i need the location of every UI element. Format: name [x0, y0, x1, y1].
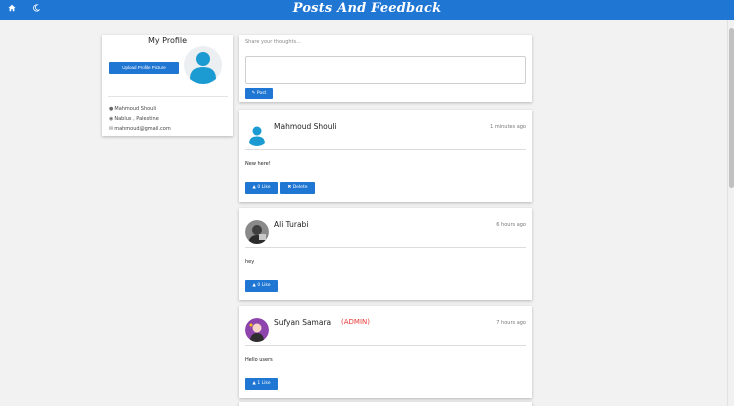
post-time: 6 hours ago — [496, 222, 526, 228]
profile-divider — [108, 96, 228, 97]
author-avatar — [245, 122, 269, 146]
composer-prompt: Share your thoughts... — [245, 39, 301, 45]
like-button[interactable]: ▲ 0 Like — [245, 182, 278, 194]
author-name: Sufyan Samara — [274, 318, 332, 327]
top-navbar: Posts And Feedback — [0, 0, 734, 20]
profile-avatar — [184, 46, 222, 84]
profile-heading: My Profile — [148, 36, 188, 45]
post-card: Ali Turabi 6 hours ago hey ▲ 0 Like — [239, 208, 532, 300]
post-composer: Share your thoughts... ✎ Post — [239, 35, 532, 102]
profile-email-row: ✉mahmoud@gmail.com — [109, 126, 171, 132]
delete-button-label: Delete — [292, 185, 308, 190]
post-divider — [245, 247, 526, 248]
user-icon: ● — [109, 106, 114, 112]
scrollbar-thumb[interactable] — [729, 28, 734, 188]
like-button-label: 0 Like — [257, 283, 271, 288]
post-card-partial — [239, 402, 532, 406]
post-button-label: Post — [256, 91, 267, 96]
admin-badge: (ADMIN) — [341, 318, 370, 326]
post-text: Hello users — [245, 357, 273, 363]
like-button[interactable]: ▲ 1 Like — [245, 378, 278, 390]
post-text: New here! — [245, 161, 271, 167]
like-button[interactable]: ▲ 0 Like — [245, 280, 278, 292]
thumbs-up-icon: ▲ — [252, 381, 256, 386]
post-text: hey — [245, 259, 255, 265]
post-card: Sufyan Samara (ADMIN) 7 hours ago Hello … — [239, 306, 532, 398]
post-time: 7 hours ago — [496, 320, 526, 326]
profile-location-row: ◉Nablus , Palestine — [109, 116, 159, 122]
delete-button[interactable]: ✖ Delete — [280, 182, 315, 194]
thumbs-up-icon: ▲ — [252, 185, 256, 190]
profile-location: Nablus , Palestine — [114, 116, 159, 122]
location-icon: ◉ — [109, 116, 114, 122]
pencil-icon: ✎ — [251, 91, 256, 96]
envelope-icon: ✉ — [109, 126, 114, 132]
upload-picture-button[interactable]: Upload Profile Picture — [109, 62, 179, 74]
profile-name: Mahmoud Shouli — [114, 106, 157, 112]
post-divider — [245, 345, 526, 346]
profile-email: mahmoud@gmail.com — [114, 126, 171, 132]
author-avatar — [245, 318, 269, 342]
profile-name-row: ●Mahmoud Shouli — [109, 106, 156, 112]
like-button-label: 0 Like — [257, 185, 271, 190]
author-name: Ali Turabi — [274, 220, 309, 229]
x-icon: ✖ — [287, 185, 292, 190]
post-card: Mahmoud Shouli 1 minutes ago New here! ▲… — [239, 110, 532, 202]
post-time: 1 minutes ago — [490, 124, 526, 130]
page-title: Posts And Feedback — [292, 1, 442, 16]
page-scrollbar[interactable] — [727, 20, 734, 406]
profile-card: My Profile Upload Profile Picture ●Mahmo… — [102, 35, 233, 136]
author-name: Mahmoud Shouli — [274, 122, 337, 131]
post-button[interactable]: ✎ Post — [245, 88, 273, 99]
thumbs-up-icon: ▲ — [252, 283, 256, 288]
author-avatar — [245, 220, 269, 244]
post-textarea[interactable] — [245, 56, 526, 84]
post-divider — [245, 149, 526, 150]
like-button-label: 1 Like — [257, 381, 271, 386]
